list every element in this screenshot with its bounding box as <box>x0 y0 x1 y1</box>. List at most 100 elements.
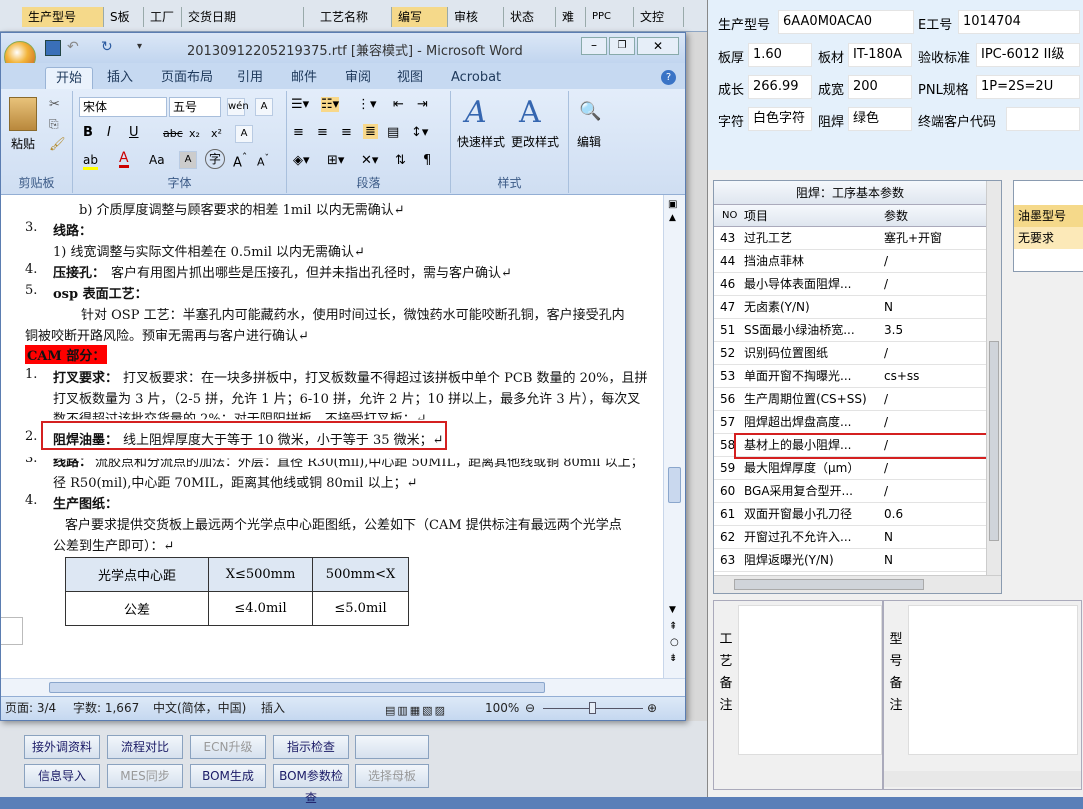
strikethrough-icon[interactable]: abc <box>163 127 183 140</box>
param-row[interactable]: 63 阻焊返曝光(Y/N) N <box>714 549 986 572</box>
thickness-field[interactable]: 1.60 <box>748 43 812 67</box>
tab-view[interactable]: 视图 <box>387 67 433 89</box>
vscroll-thumb[interactable] <box>989 341 999 541</box>
grow-font-icon[interactable]: Aˆ <box>233 151 247 170</box>
sort-icon[interactable]: ⇅ <box>395 153 406 168</box>
numbering-icon[interactable]: ☷▾ <box>321 97 340 112</box>
instruction-check-button[interactable]: 指示检查 <box>273 735 349 759</box>
info-import-button[interactable]: 信息导入 <box>24 764 100 788</box>
col-param-header[interactable]: 参数 <box>884 205 908 227</box>
char-border-icon[interactable]: A <box>255 98 273 116</box>
col-s-board[interactable]: S板 <box>104 7 144 27</box>
scroll-down-icon[interactable]: ▼ <box>669 605 676 615</box>
param-row[interactable]: 44 挡油点菲林 / <box>714 250 986 273</box>
tab-page-layout[interactable]: 页面布局 <box>151 67 223 89</box>
show-marks-icon[interactable]: ¶ <box>423 153 431 168</box>
param-grid-hscroll[interactable] <box>714 575 1001 593</box>
col-no-header[interactable]: NO <box>722 205 737 227</box>
edit-label[interactable]: 编辑 <box>577 133 601 150</box>
line-spacing-icon[interactable]: ↕▾ <box>411 125 428 140</box>
superscript-icon[interactable]: x² <box>211 127 222 140</box>
customer-field[interactable] <box>1006 107 1080 131</box>
distributed-icon[interactable]: ▤ <box>387 125 399 140</box>
param-grid-vscroll[interactable] <box>986 181 1001 575</box>
width-field[interactable]: 200 <box>848 75 912 99</box>
pnl-field[interactable]: 1P=2S=2U <box>976 75 1080 99</box>
zoom-level[interactable]: 100% <box>485 697 519 719</box>
doc-vscroll-thumb[interactable] <box>668 467 681 503</box>
zoom-slider-thumb[interactable] <box>589 702 596 714</box>
char-shading-icon[interactable]: A <box>179 151 197 169</box>
col-factory[interactable]: 工厂 <box>144 7 182 27</box>
language-status[interactable]: 中文(简体，中国) <box>153 697 246 719</box>
save-icon[interactable] <box>45 40 61 56</box>
param-row[interactable]: 43 过孔工艺 塞孔+开窗 <box>714 227 986 250</box>
change-styles-icon[interactable]: A <box>519 95 541 130</box>
borders-icon[interactable]: ⊞▾ <box>327 153 344 168</box>
prod-model-field[interactable]: 6AA0M0ACA0 <box>778 10 914 34</box>
italic-icon[interactable]: I <box>107 125 111 140</box>
e-no-field[interactable]: 1014704 <box>958 10 1080 34</box>
char-field[interactable]: 白色字符 <box>748 107 812 131</box>
param-row[interactable]: 51 SS面最小绿油桥宽... 3.5 <box>714 319 986 342</box>
flow-compare-button[interactable]: 流程对比 <box>107 735 183 759</box>
font-name-select[interactable]: 宋体 <box>79 97 167 117</box>
import-external-button[interactable]: 接外调资料 <box>24 735 100 759</box>
bom-param-check-button[interactable]: BOM参数检查 <box>273 764 349 805</box>
blank-button[interactable] <box>355 735 429 759</box>
document-page[interactable]: b) 介质厚度调整与顾客要求的相差 1mil 以内无需确认↵ 3. 线路： 1)… <box>1 195 663 678</box>
doc-vscroll[interactable]: ▣ ▲ ▼ ⇞ ○ ⇟ <box>663 195 685 678</box>
param-row[interactable]: 62 开窗过孔不允许入... N <box>714 526 986 549</box>
zoom-in-icon[interactable]: ⊕ <box>647 697 657 719</box>
bom-generate-button[interactable]: BOM生成 <box>190 764 266 788</box>
col-doc-control[interactable]: 文控 <box>634 7 684 27</box>
scroll-up-icon[interactable]: ▲ <box>669 213 676 223</box>
insert-mode[interactable]: 插入 <box>261 697 285 719</box>
align-center-icon[interactable]: ≡ <box>317 125 328 140</box>
align-right-icon[interactable]: ≡ <box>341 125 352 140</box>
param-row[interactable]: 52 识别码位置图纸 / <box>714 342 986 365</box>
subscript-icon[interactable]: x₂ <box>189 127 200 140</box>
increase-indent-icon[interactable]: ⇥ <box>417 97 428 112</box>
close-button[interactable]: ✕ <box>637 37 679 55</box>
format-painter-icon[interactable]: 🖌 <box>49 137 66 152</box>
ruler-toggle-icon[interactable]: ▣ <box>668 199 677 210</box>
decrease-indent-icon[interactable]: ⇤ <box>393 97 404 112</box>
enclose-char-icon[interactable]: 字 <box>205 149 225 169</box>
chinese-layout-icon[interactable]: ✕▾ <box>361 153 378 168</box>
param-row[interactable]: 56 生产周期位置(CS+SS) / <box>714 388 986 411</box>
tab-mailings[interactable]: 邮件 <box>281 67 327 89</box>
ecn-upgrade-button[interactable]: ECN升级 <box>190 735 266 759</box>
param-row[interactable]: 59 最大阻焊厚度（μm） / <box>714 457 986 480</box>
align-left-icon[interactable]: ≡ <box>293 125 304 140</box>
restore-button[interactable]: ❐ <box>609 37 635 55</box>
font-size-select[interactable]: 五号 <box>169 97 221 117</box>
word-count[interactable]: 字数: 1,667 <box>73 697 139 719</box>
tab-insert[interactable]: 插入 <box>97 67 143 89</box>
font-color-icon[interactable]: A <box>119 151 129 168</box>
zoom-out-icon[interactable]: ⊖ <box>525 697 535 719</box>
page-count[interactable]: 页面: 3/4 <box>5 697 56 719</box>
clear-format-icon[interactable]: A <box>235 125 253 143</box>
ink-grid-value[interactable]: 无要求 <box>1014 227 1083 249</box>
col-item-header[interactable]: 项目 <box>744 205 768 227</box>
undo-icon[interactable]: ↶ <box>67 39 79 55</box>
bold-icon[interactable]: B <box>83 125 93 140</box>
justify-icon[interactable]: ≣ <box>363 124 378 139</box>
minimize-button[interactable]: – <box>581 37 607 55</box>
param-row[interactable]: 46 最小导体表面阻焊... / <box>714 273 986 296</box>
phonetic-guide-icon[interactable]: wén <box>227 98 249 116</box>
doc-hscroll-thumb[interactable] <box>49 682 545 693</box>
view-buttons-icon[interactable]: ▤▥▦▧▨ <box>385 700 447 722</box>
paste-icon[interactable] <box>9 97 37 131</box>
highlight-icon[interactable]: ab <box>83 153 98 170</box>
param-row[interactable]: 47 无卤素(Y/N) N <box>714 296 986 319</box>
col-process-name[interactable]: 工艺名称 <box>314 7 392 27</box>
col-author[interactable]: 编写 <box>392 7 448 27</box>
cut-icon[interactable]: ✂ <box>49 97 60 112</box>
copy-icon[interactable]: ⎘ <box>49 117 59 132</box>
change-styles-label[interactable]: 更改样式 <box>511 133 559 150</box>
material-field[interactable]: IT-180A <box>848 43 912 67</box>
help-icon[interactable]: ? <box>661 70 676 85</box>
tab-references[interactable]: 引用 <box>227 67 273 89</box>
